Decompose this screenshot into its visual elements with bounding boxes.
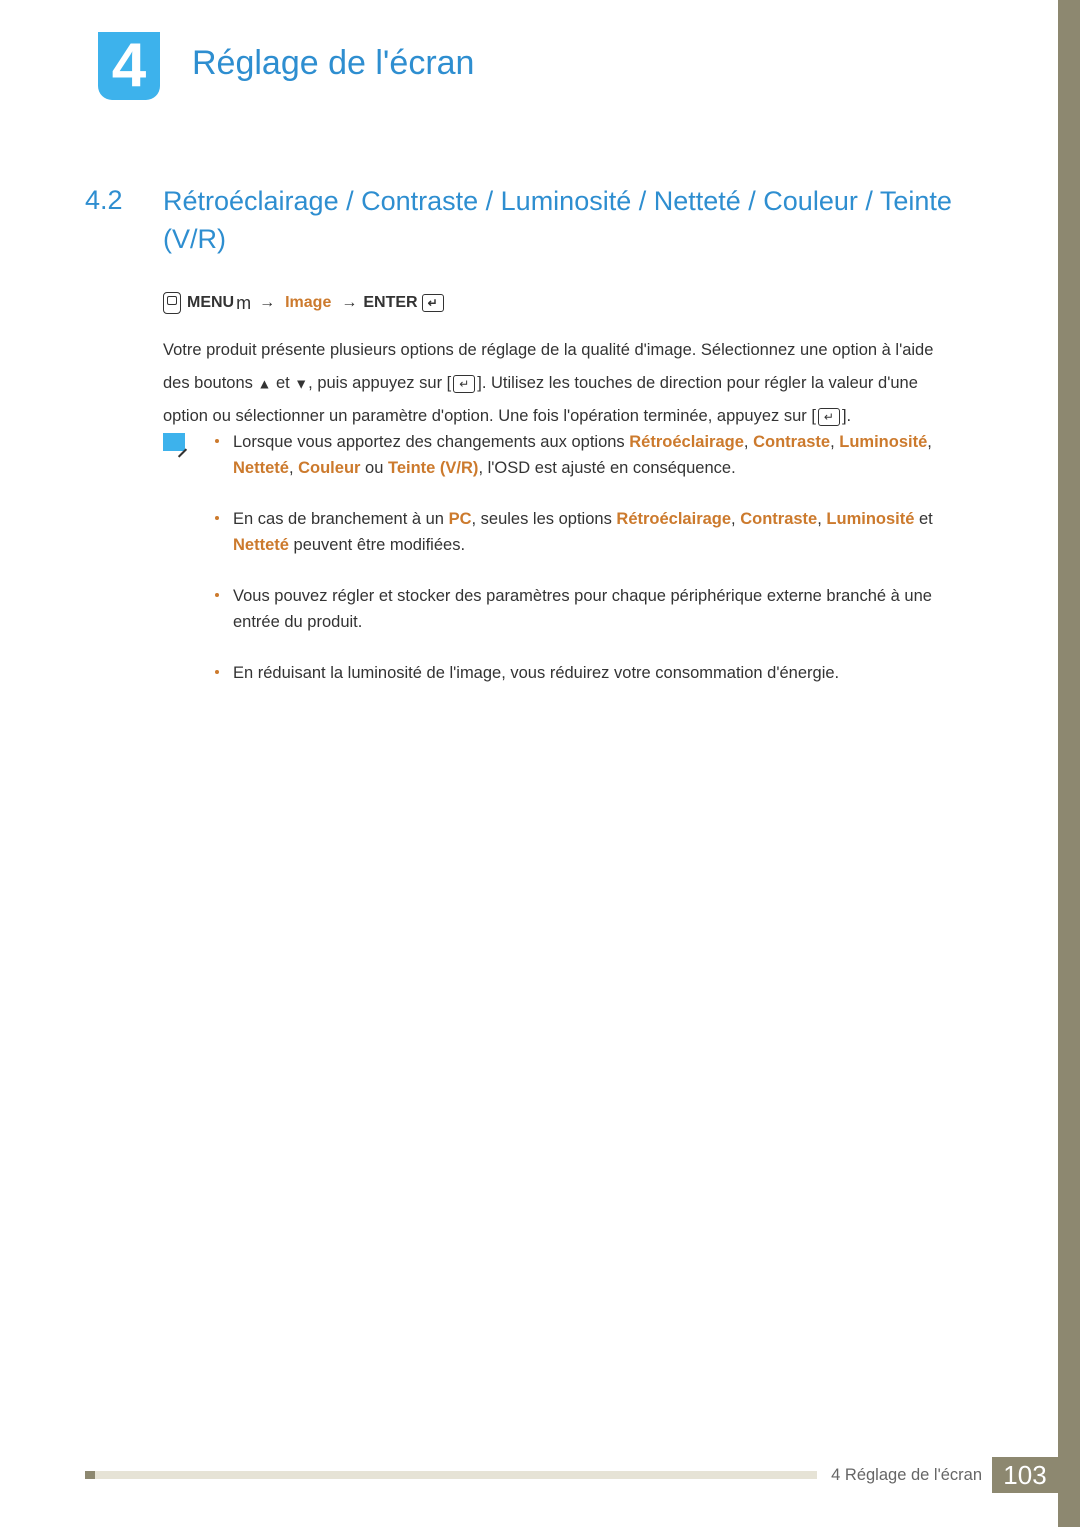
- enter-icon: ↵: [453, 375, 475, 393]
- note-highlight: Contraste: [753, 433, 830, 451]
- note-text: En cas de branchement à un: [233, 510, 449, 528]
- note-text: Lorsque vous apportez des changements au…: [233, 433, 629, 451]
- note-text: , l'OSD est ajusté en conséquence.: [478, 459, 735, 477]
- section-title: Rétroéclairage / Contraste / Luminosité …: [163, 183, 955, 259]
- note-highlight: Luminosité: [826, 510, 914, 528]
- note-highlight: Couleur: [298, 459, 360, 477]
- triangle-up-icon: ▲: [258, 376, 272, 392]
- side-accent-bar: [1058, 0, 1080, 1527]
- remote-icon: [163, 292, 181, 314]
- note-highlight: Rétroéclairage: [629, 433, 744, 451]
- nav-menu: MENU: [187, 294, 234, 312]
- note-item: En réduisant la luminosité de l'image, v…: [215, 661, 953, 687]
- nav-breadcrumb: MENU m → Image → ENTER ↵: [163, 292, 444, 314]
- nav-image: Image: [285, 294, 331, 312]
- section-number: 4.2: [85, 183, 163, 216]
- note-highlight: Contraste: [740, 510, 817, 528]
- section-heading: 4.2 Rétroéclairage / Contraste / Luminos…: [85, 183, 955, 259]
- enter-icon: ↵: [422, 294, 444, 312]
- footer-progress-bar: [85, 1471, 817, 1479]
- note-highlight: Netteté: [233, 459, 289, 477]
- body-text-1c: , puis appuyez sur [: [308, 374, 451, 392]
- nav-menu-m: m: [236, 293, 251, 314]
- note-list: Lorsque vous apportez des changements au…: [215, 430, 953, 713]
- arrow-icon: →: [341, 294, 357, 312]
- note-item: Lorsque vous apportez des changements au…: [215, 430, 953, 481]
- note-icon: [163, 433, 185, 451]
- footer-chapter-label: 4 Réglage de l'écran: [831, 1466, 982, 1485]
- note-text: ,: [289, 459, 298, 477]
- note-highlight: Netteté: [233, 536, 289, 554]
- note-highlight: Teinte (V/R): [388, 459, 478, 477]
- note-text: ,: [744, 433, 753, 451]
- chapter-number: 4: [112, 35, 146, 97]
- note-text: peuvent être modifiées.: [289, 536, 465, 554]
- note-text: , seules les options: [471, 510, 616, 528]
- note-text: et: [914, 510, 932, 528]
- nav-enter: ENTER: [363, 294, 417, 312]
- note-item: Vous pouvez régler et stocker des paramè…: [215, 584, 953, 635]
- body-text-1b: et: [271, 374, 294, 392]
- triangle-down-icon: ▼: [294, 376, 308, 392]
- note-text: ,: [731, 510, 740, 528]
- note-text: ,: [830, 433, 839, 451]
- note-highlight: PC: [449, 510, 472, 528]
- note-highlight: Rétroéclairage: [616, 510, 731, 528]
- enter-icon: ↵: [818, 408, 840, 426]
- note-text: ou: [360, 459, 388, 477]
- page-footer: 4 Réglage de l'écran 103: [85, 1457, 1058, 1493]
- note-item: En cas de branchement à un PC, seules le…: [215, 507, 953, 558]
- arrow-icon: →: [259, 294, 275, 312]
- body-paragraph: Votre produit présente plusieurs options…: [163, 334, 953, 433]
- page-number: 103: [992, 1457, 1058, 1493]
- note-text: ,: [927, 433, 932, 451]
- note-highlight: Luminosité: [839, 433, 927, 451]
- chapter-title: Réglage de l'écran: [192, 44, 474, 83]
- note-block: Lorsque vous apportez des changements au…: [163, 430, 953, 713]
- footer-progress-fill: [85, 1471, 95, 1479]
- chapter-tab: 4: [98, 32, 160, 100]
- body-text-1e: ].: [842, 407, 851, 425]
